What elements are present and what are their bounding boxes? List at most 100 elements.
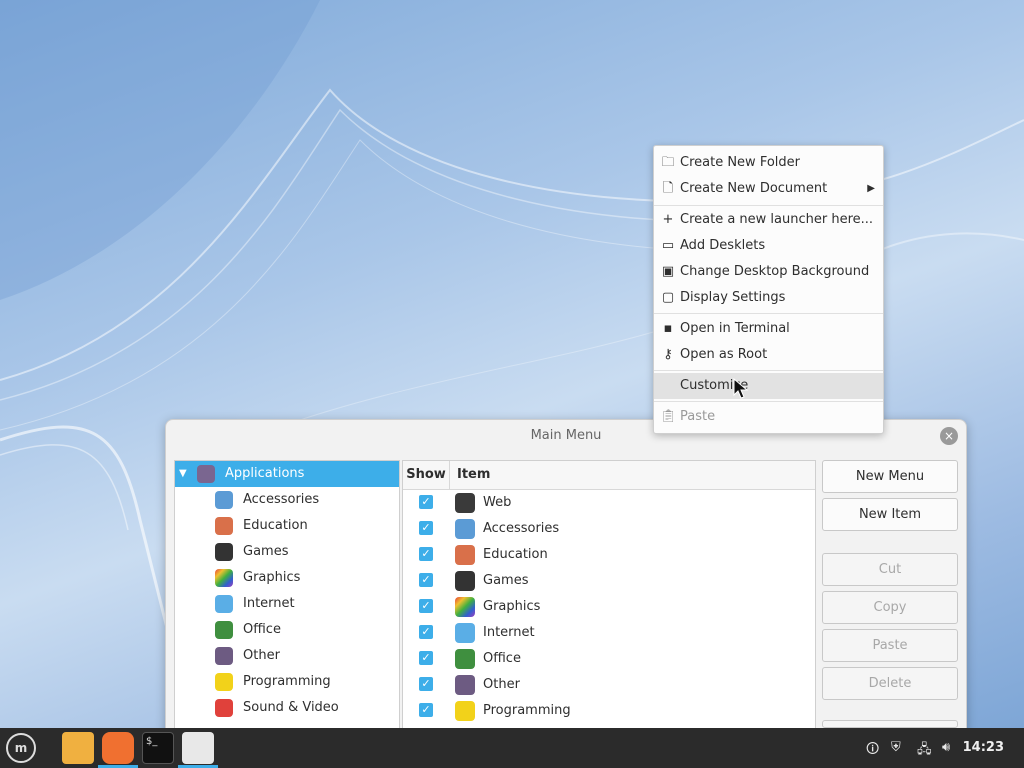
- tree-item-accessories[interactable]: Accessories: [175, 487, 399, 513]
- games-icon: [215, 543, 233, 561]
- tree-item-label: Other: [243, 648, 280, 663]
- start-menu-button[interactable]: m: [6, 733, 36, 763]
- copy-button[interactable]: Copy: [822, 591, 958, 624]
- column-header-show[interactable]: Show: [403, 461, 450, 489]
- office-icon: [215, 621, 233, 639]
- menu-item-change-background[interactable]: ▣ Change Desktop Background: [654, 259, 883, 285]
- menu-separator: [654, 401, 883, 402]
- show-checkbox[interactable]: ✓: [419, 495, 433, 509]
- menu-item-display-settings[interactable]: ▢ Display Settings: [654, 285, 883, 311]
- internet-icon: [215, 595, 233, 613]
- expander-arrow-icon[interactable]: ▼: [179, 461, 187, 487]
- tree-item-internet[interactable]: Internet: [175, 591, 399, 617]
- games-icon: [455, 571, 475, 591]
- terminal-icon: $_: [146, 736, 158, 747]
- table-row[interactable]: ✓ Programming: [403, 698, 815, 724]
- terminal-launcher[interactable]: $_: [142, 732, 174, 764]
- table-row[interactable]: ✓ Internet: [403, 620, 815, 646]
- tree-item-programming[interactable]: Programming: [175, 669, 399, 695]
- menu-separator: [654, 205, 883, 206]
- extra-button[interactable]: [822, 720, 958, 728]
- clock[interactable]: 14:23: [963, 740, 1004, 755]
- menu-item-create-new-folder[interactable]: 🗀 Create New Folder: [654, 150, 883, 176]
- shield-icon[interactable]: ⛨: [891, 740, 901, 755]
- menu-item-create-new-document[interactable]: 🗋 Create New Document ▶: [654, 176, 883, 202]
- menu-editor-taskbar-button[interactable]: [182, 732, 214, 764]
- tree-item-applications[interactable]: ▼ Applications: [175, 461, 399, 487]
- tree-item-sound-video[interactable]: Sound & Video: [175, 695, 399, 721]
- close-button[interactable]: ×: [940, 427, 958, 445]
- cut-button[interactable]: Cut: [822, 553, 958, 586]
- menu-item-customize[interactable]: Customize: [654, 373, 883, 399]
- other-icon: [455, 675, 475, 695]
- show-checkbox[interactable]: ✓: [419, 599, 433, 613]
- show-checkbox[interactable]: ✓: [419, 677, 433, 691]
- plus-icon: +: [662, 212, 674, 227]
- table-row[interactable]: ✓ Education: [403, 542, 815, 568]
- window-title: Main Menu: [530, 428, 602, 443]
- office-icon: [455, 649, 475, 669]
- update-manager-icon[interactable]: 🛈: [866, 740, 879, 762]
- item-label: Office: [483, 651, 521, 666]
- tree-item-label: Accessories: [243, 492, 320, 507]
- desklet-icon: ▭: [661, 238, 675, 253]
- column-header-item[interactable]: Item: [457, 461, 490, 489]
- new-folder-icon: 🗀: [661, 155, 675, 170]
- menu-item-label: Paste: [680, 409, 716, 424]
- show-checkbox[interactable]: ✓: [419, 573, 433, 587]
- tree-item-other[interactable]: Other: [175, 643, 399, 669]
- display-icon: ▢: [661, 290, 675, 305]
- accessories-icon: [455, 519, 475, 539]
- menu-item-open-terminal[interactable]: ▪ Open in Terminal: [654, 316, 883, 342]
- show-checkbox[interactable]: ✓: [419, 547, 433, 561]
- delete-button[interactable]: Delete: [822, 667, 958, 700]
- firefox-launcher[interactable]: [102, 732, 134, 764]
- tree-item-label: Sound & Video: [243, 700, 339, 715]
- show-checkbox[interactable]: ✓: [419, 625, 433, 639]
- mouse-cursor-icon: [733, 378, 749, 399]
- table-row[interactable]: ✓ Web: [403, 490, 815, 516]
- graphics-icon: [215, 569, 233, 587]
- tree-item-graphics[interactable]: Graphics: [175, 565, 399, 591]
- menu-item-label: Open in Terminal: [680, 321, 790, 336]
- files-launcher[interactable]: [62, 732, 94, 764]
- menu-item-open-as-root[interactable]: ⚷ Open as Root: [654, 342, 883, 368]
- item-label: Other: [483, 677, 520, 692]
- table-header: Show Item: [403, 461, 815, 490]
- menu-item-label: Change Desktop Background: [680, 264, 870, 279]
- menu-item-paste[interactable]: 📋︎ Paste: [654, 404, 883, 430]
- accessories-icon: [215, 491, 233, 509]
- sound-video-icon: [215, 699, 233, 717]
- show-checkbox[interactable]: ✓: [419, 651, 433, 665]
- show-checkbox[interactable]: ✓: [419, 521, 433, 535]
- internet-icon: [455, 623, 475, 643]
- network-icon[interactable]: 🖧: [917, 740, 932, 762]
- wallpaper-icon: ▣: [661, 264, 675, 279]
- clipboard-icon: 📋︎: [660, 409, 677, 424]
- tree-item-education[interactable]: Education: [175, 513, 399, 539]
- table-row[interactable]: ✓ Other: [403, 672, 815, 698]
- tree-item-games[interactable]: Games: [175, 539, 399, 565]
- close-icon: ×: [943, 429, 955, 443]
- menu-item-label: Open as Root: [680, 347, 768, 362]
- new-item-button[interactable]: New Item: [822, 498, 958, 531]
- table-row[interactable]: ✓ Games: [403, 568, 815, 594]
- new-menu-button[interactable]: New Menu: [822, 460, 958, 493]
- tree-item-label: Education: [243, 518, 308, 533]
- taskbar: m $_ 🛈 ⛨ 🖧 🔊︎ 14:23: [0, 728, 1024, 768]
- paste-button[interactable]: Paste: [822, 629, 958, 662]
- table-row[interactable]: ✓ Graphics: [403, 594, 815, 620]
- tree-item-label: Graphics: [243, 570, 301, 585]
- new-document-icon: 🗋: [662, 181, 674, 196]
- table-row[interactable]: ✓ Office: [403, 646, 815, 672]
- tree-item-label: Programming: [243, 674, 331, 689]
- show-checkbox[interactable]: ✓: [419, 703, 433, 717]
- table-row[interactable]: ✓ Accessories: [403, 516, 815, 542]
- menu-item-add-desklets[interactable]: ▭ Add Desklets: [654, 233, 883, 259]
- menu-item-create-launcher[interactable]: + Create a new launcher here...: [654, 207, 883, 233]
- volume-icon[interactable]: 🔊︎: [942, 740, 950, 755]
- desktop-context-menu: 🗀 Create New Folder 🗋 Create New Documen…: [653, 145, 884, 434]
- menu-item-label: Create a new launcher here...: [680, 212, 874, 227]
- tree-item-office[interactable]: Office: [175, 617, 399, 643]
- graphics-icon: [455, 597, 475, 617]
